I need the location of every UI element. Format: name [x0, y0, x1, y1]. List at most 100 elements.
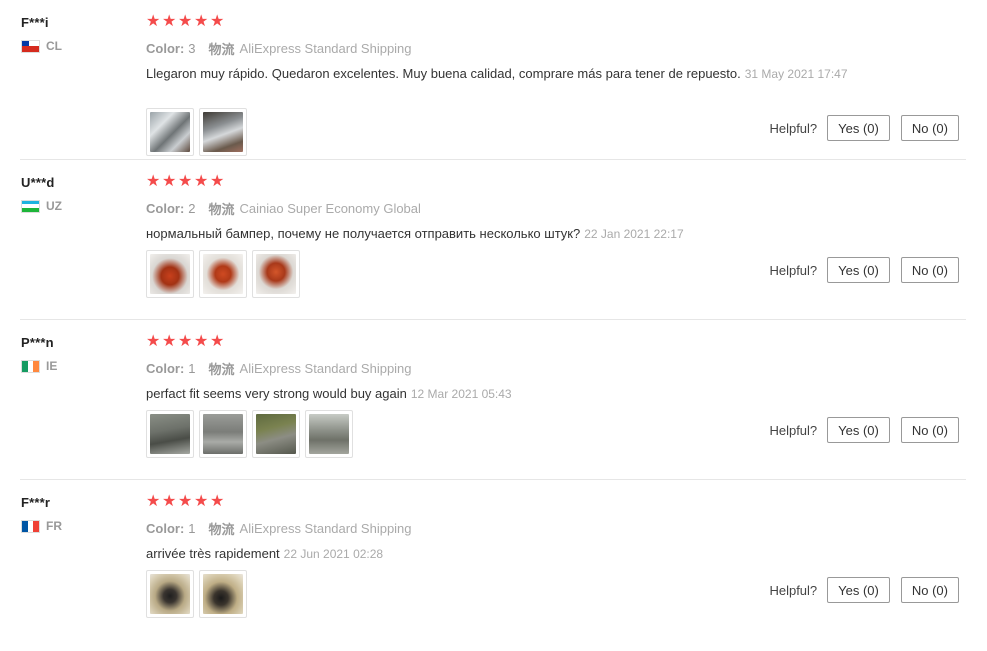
helpful-yes-button[interactable]: Yes (0) [827, 257, 890, 283]
star-icon: ★ [178, 493, 193, 510]
color-value: 1 [188, 521, 196, 536]
country-code: UZ [46, 199, 62, 213]
helpful-label: Helpful? [769, 120, 818, 136]
country-code: CL [46, 39, 62, 53]
star-icon: ★ [210, 333, 225, 350]
review-photo[interactable] [146, 250, 194, 298]
star-icon: ★ [210, 13, 225, 30]
star-rating: ★ ★ ★ ★ ★ [146, 14, 866, 30]
shipping-label: 物流 [208, 42, 235, 57]
review-photo[interactable] [252, 250, 300, 298]
reviewer-country: UZ [21, 199, 62, 213]
review-content: ★ ★ ★ ★ ★ Color: 3 物流 AliExpress Standard Sh… [146, 14, 866, 83]
helpful-label: Helpful? [769, 582, 818, 598]
helpful-yes-button[interactable]: Yes (0) [827, 115, 890, 141]
star-icon: ★ [194, 333, 209, 350]
star-icon: ★ [162, 13, 177, 30]
review-item: F***i CL ★ ★ ★ ★ ★ Color: 3 物流 AliExpress St… [0, 0, 987, 160]
star-icon: ★ [146, 173, 161, 190]
reviewer-info: U***d UZ [21, 175, 62, 213]
ireland-flag-icon [21, 359, 40, 373]
star-icon: ★ [162, 333, 177, 350]
review-content: ★ ★ ★ ★ ★ Color: 1 物流 AliExpress Standard Sh… [146, 494, 866, 563]
country-code: FR [46, 519, 62, 533]
reviewer-info: P***n IE [21, 335, 57, 373]
helpful-no-button[interactable]: No (0) [900, 257, 959, 283]
review-text: Llegaron muy rápido. Quedaron excelentes… [146, 65, 861, 83]
color-label: Color: [146, 41, 185, 56]
helpful-vote: Helpful? Yes (0) No (0) [769, 417, 959, 443]
color-value: 2 [188, 201, 196, 216]
color-label: Color: [146, 521, 185, 536]
star-icon: ★ [178, 333, 193, 350]
review-body: нормальный бампер, почему не получается … [146, 226, 581, 241]
review-meta: Color: 3 物流 AliExpress Standard Shipping [146, 39, 866, 58]
star-icon: ★ [146, 333, 161, 350]
review-photo[interactable] [252, 410, 300, 458]
review-photo[interactable] [146, 410, 194, 458]
review-text: нормальный бампер, почему не получается … [146, 225, 861, 243]
chile-flag-icon [21, 39, 40, 53]
france-flag-icon [21, 519, 40, 533]
uzbekistan-flag-icon [21, 199, 40, 213]
reviewer-country: FR [21, 519, 62, 533]
color-value: 3 [188, 41, 196, 56]
star-rating: ★ ★ ★ ★ ★ [146, 334, 866, 350]
review-body: perfact fit seems very strong would buy … [146, 386, 407, 401]
review-photos [146, 410, 353, 458]
shipping-label: 物流 [208, 362, 235, 377]
review-meta: Color: 2 物流 Cainiao Super Economy Global [146, 199, 866, 218]
shipping-method: AliExpress Standard Shipping [239, 41, 412, 56]
helpful-label: Helpful? [769, 422, 818, 438]
review-date: 31 May 2021 17:47 [744, 67, 848, 81]
review-photo[interactable] [199, 410, 247, 458]
reviewer-name: P***n [21, 335, 54, 350]
star-icon: ★ [194, 493, 209, 510]
reviewer-info: F***i CL [21, 15, 62, 53]
star-icon: ★ [146, 493, 161, 510]
review-photo[interactable] [199, 570, 247, 618]
review-content: ★ ★ ★ ★ ★ Color: 1 物流 AliExpress Standard Sh… [146, 334, 866, 403]
reviewer-country: CL [21, 39, 62, 53]
helpful-vote: Helpful? Yes (0) No (0) [769, 257, 959, 283]
star-rating: ★ ★ ★ ★ ★ [146, 494, 866, 510]
review-item: F***r FR ★ ★ ★ ★ ★ Color: 1 物流 AliExpress St… [0, 480, 987, 640]
review-meta: Color: 1 物流 AliExpress Standard Shipping [146, 359, 866, 378]
star-icon: ★ [210, 173, 225, 190]
review-photo[interactable] [146, 570, 194, 618]
review-item: U***d UZ ★ ★ ★ ★ ★ Color: 2 物流 Cainiao Super… [0, 160, 987, 320]
star-icon: ★ [162, 173, 177, 190]
review-date: 12 Mar 2021 05:43 [410, 387, 512, 401]
helpful-no-button[interactable]: No (0) [900, 417, 959, 443]
star-icon: ★ [162, 493, 177, 510]
country-code: IE [46, 359, 58, 373]
helpful-yes-button[interactable]: Yes (0) [827, 577, 890, 603]
review-content: ★ ★ ★ ★ ★ Color: 2 物流 Cainiao Super Economy … [146, 174, 866, 243]
review-text: perfact fit seems very strong would buy … [146, 385, 861, 403]
star-rating: ★ ★ ★ ★ ★ [146, 174, 866, 190]
star-icon: ★ [210, 493, 225, 510]
shipping-method: Cainiao Super Economy Global [239, 201, 421, 216]
helpful-no-button[interactable]: No (0) [900, 577, 959, 603]
review-date: 22 Jan 2021 22:17 [584, 227, 684, 241]
review-photo[interactable] [199, 250, 247, 298]
review-list: F***i CL ★ ★ ★ ★ ★ Color: 3 物流 AliExpress St… [0, 0, 987, 640]
shipping-label: 物流 [208, 522, 235, 537]
reviewer-info: F***r FR [21, 495, 62, 533]
review-photo[interactable] [199, 108, 247, 156]
star-icon: ★ [194, 173, 209, 190]
review-text: arrivée très rapidement 22 Jun 2021 02:28 [146, 545, 861, 563]
helpful-vote: Helpful? Yes (0) No (0) [769, 115, 959, 141]
helpful-no-button[interactable]: No (0) [900, 115, 959, 141]
color-label: Color: [146, 361, 185, 376]
review-photo[interactable] [305, 410, 353, 458]
star-icon: ★ [146, 13, 161, 30]
review-body: arrivée très rapidement [146, 546, 280, 561]
shipping-label: 物流 [208, 202, 235, 217]
review-photo[interactable] [146, 108, 194, 156]
color-label: Color: [146, 201, 185, 216]
review-meta: Color: 1 物流 AliExpress Standard Shipping [146, 519, 866, 538]
reviewer-name: U***d [21, 175, 55, 190]
helpful-yes-button[interactable]: Yes (0) [827, 417, 890, 443]
shipping-method: AliExpress Standard Shipping [239, 361, 412, 376]
